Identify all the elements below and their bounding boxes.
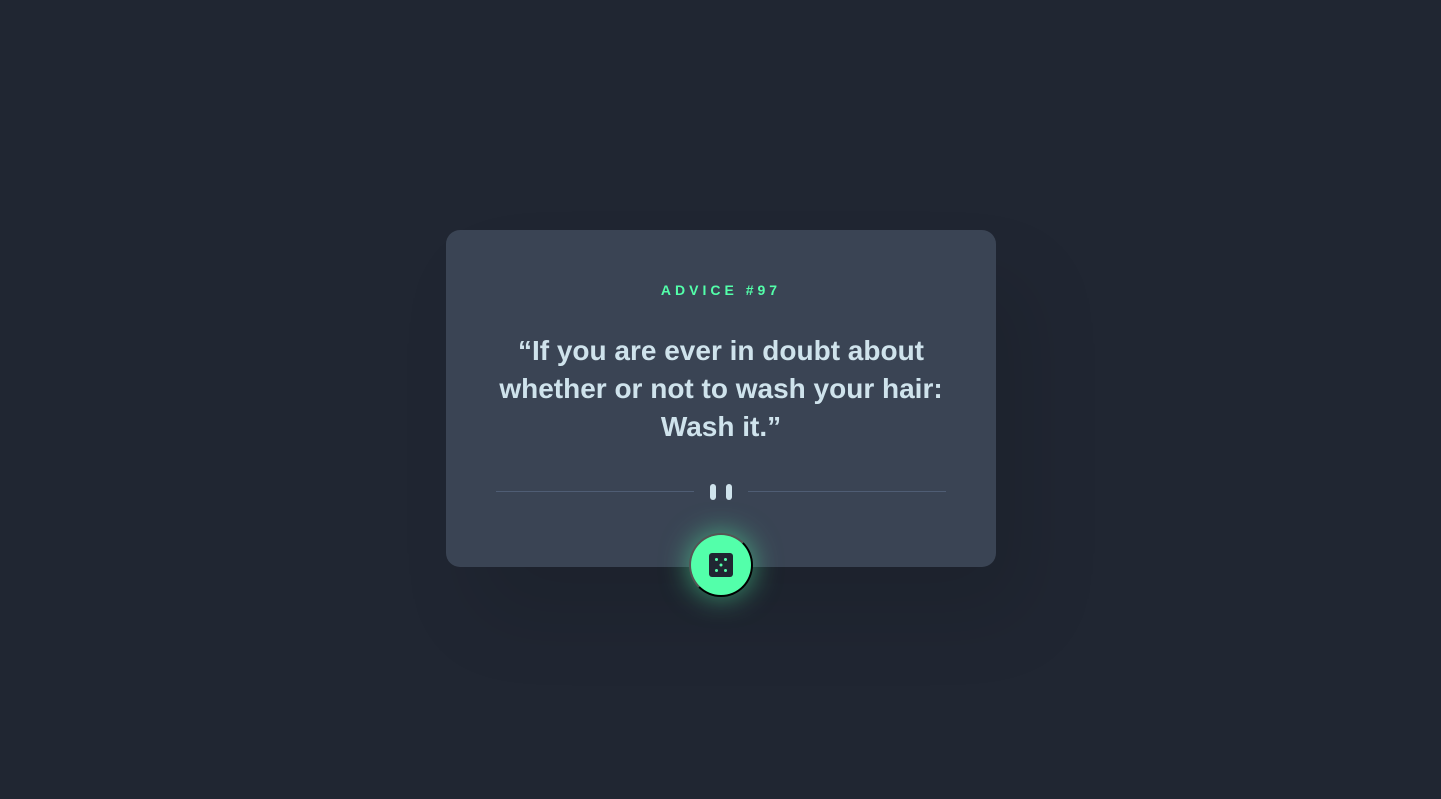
- divider-line-left: [496, 490, 694, 492]
- advice-id-label: ADVICE #97: [660, 282, 782, 298]
- dice-icon: [709, 553, 733, 577]
- pause-icon: [710, 484, 732, 500]
- generate-advice-button[interactable]: [689, 533, 753, 597]
- pattern-divider: [496, 482, 946, 500]
- advice-card: ADVICE #97 “If you are ever in doubt abo…: [446, 230, 996, 567]
- page: ADVICE #97 “If you are ever in doubt abo…: [0, 0, 1441, 799]
- advice-quote: “If you are ever in doubt about whether …: [499, 335, 943, 442]
- pause-bar-right: [726, 484, 732, 500]
- divider-line-right: [748, 490, 946, 492]
- pause-bar-left: [710, 484, 716, 500]
